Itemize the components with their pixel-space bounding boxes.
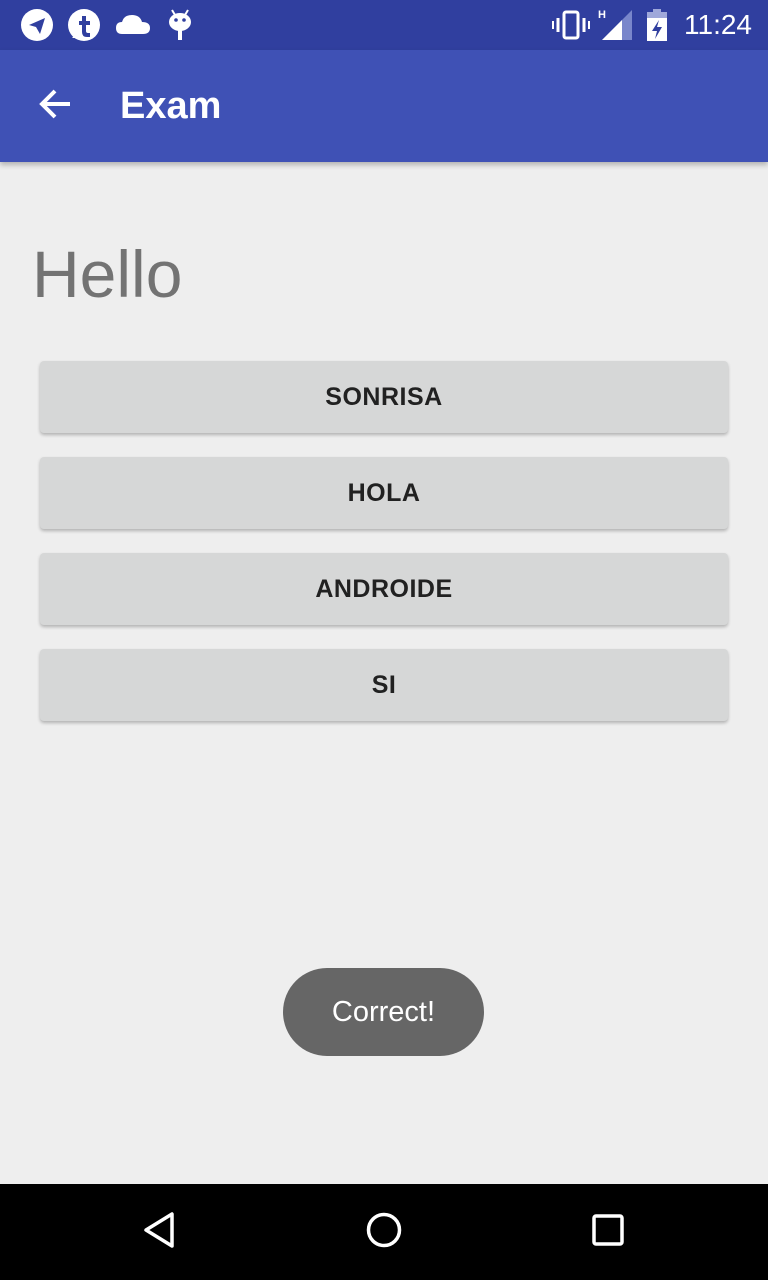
vibrate-icon (552, 8, 590, 42)
back-button[interactable] (24, 74, 88, 138)
navigation-bar (0, 1184, 768, 1280)
nav-recents-button[interactable] (576, 1200, 640, 1264)
prompt-word: Hello (32, 237, 183, 311)
nav-back-button[interactable] (128, 1200, 192, 1264)
svg-text:H: H (598, 9, 606, 21)
back-triangle-icon (140, 1210, 180, 1254)
arrow-back-icon (38, 86, 74, 126)
answer-button-hola[interactable]: HOLA (40, 457, 728, 529)
status-time: 11:24 (684, 9, 752, 40)
answer-button-sonrisa[interactable]: SONRISA (40, 361, 728, 433)
tumblr-icon (66, 8, 102, 42)
page-title: Exam (120, 85, 222, 127)
toast-message: Correct! (283, 968, 484, 1056)
battery-charging-icon (646, 8, 668, 42)
answer-button-si[interactable]: SI (40, 649, 728, 721)
app-bar: Exam (0, 50, 768, 162)
recents-square-icon (588, 1210, 628, 1254)
cloud-icon (114, 8, 152, 42)
nav-home-button[interactable] (352, 1200, 416, 1264)
signal-h-icon: H (598, 8, 634, 42)
telegram-icon (20, 8, 54, 42)
answer-button-androide[interactable]: ANDROIDE (40, 553, 728, 625)
android-icon (166, 8, 194, 42)
status-bar: H 11:24 (0, 0, 768, 50)
home-circle-icon (364, 1210, 404, 1254)
